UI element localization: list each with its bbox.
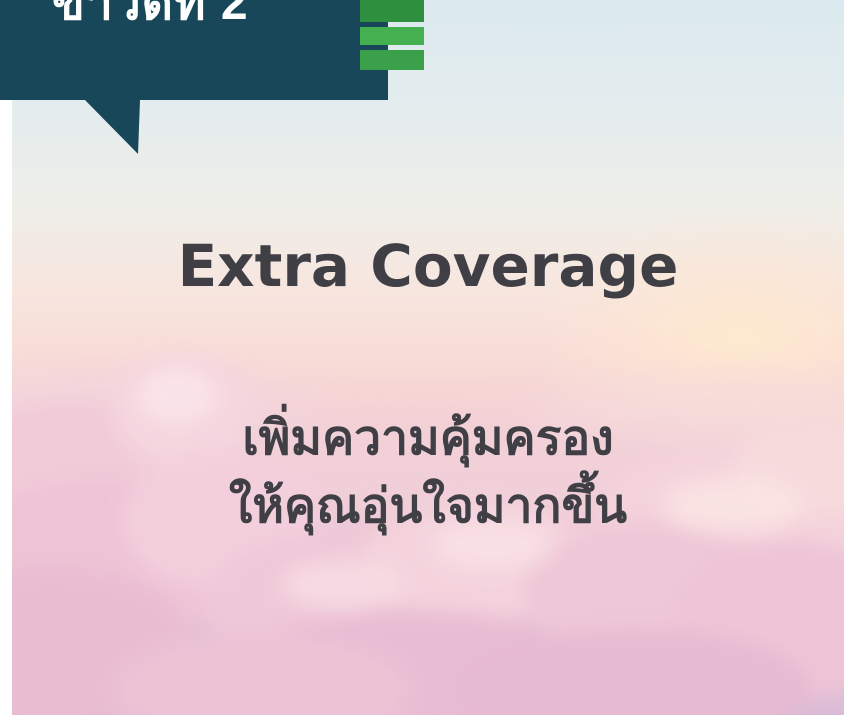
logo-stripe-bottom (360, 50, 424, 70)
subheadline-line-2: ให้คุณอุ่นใจมากขึ้น (228, 478, 628, 534)
headline-title: Extra Coverage (177, 232, 679, 300)
thai-subheadline: เพิ่มความคุ้มครอง ให้คุณอุ่นใจมากขึ้น (12, 404, 844, 540)
green-stripes-logo-icon (360, 0, 424, 70)
logo-stripe-middle (360, 27, 424, 45)
subheadline-line-1: เพิ่มความคุ้มครอง (242, 410, 614, 466)
promo-card: ข่าวดีที่ 2 Extra Coverage เพิ่มความคุ้ม… (0, 0, 844, 715)
news-banner: ข่าวดีที่ 2 (0, 0, 390, 160)
logo-stripe-top (360, 0, 424, 22)
banner-label: ข่าวดีที่ 2 (52, 0, 249, 30)
